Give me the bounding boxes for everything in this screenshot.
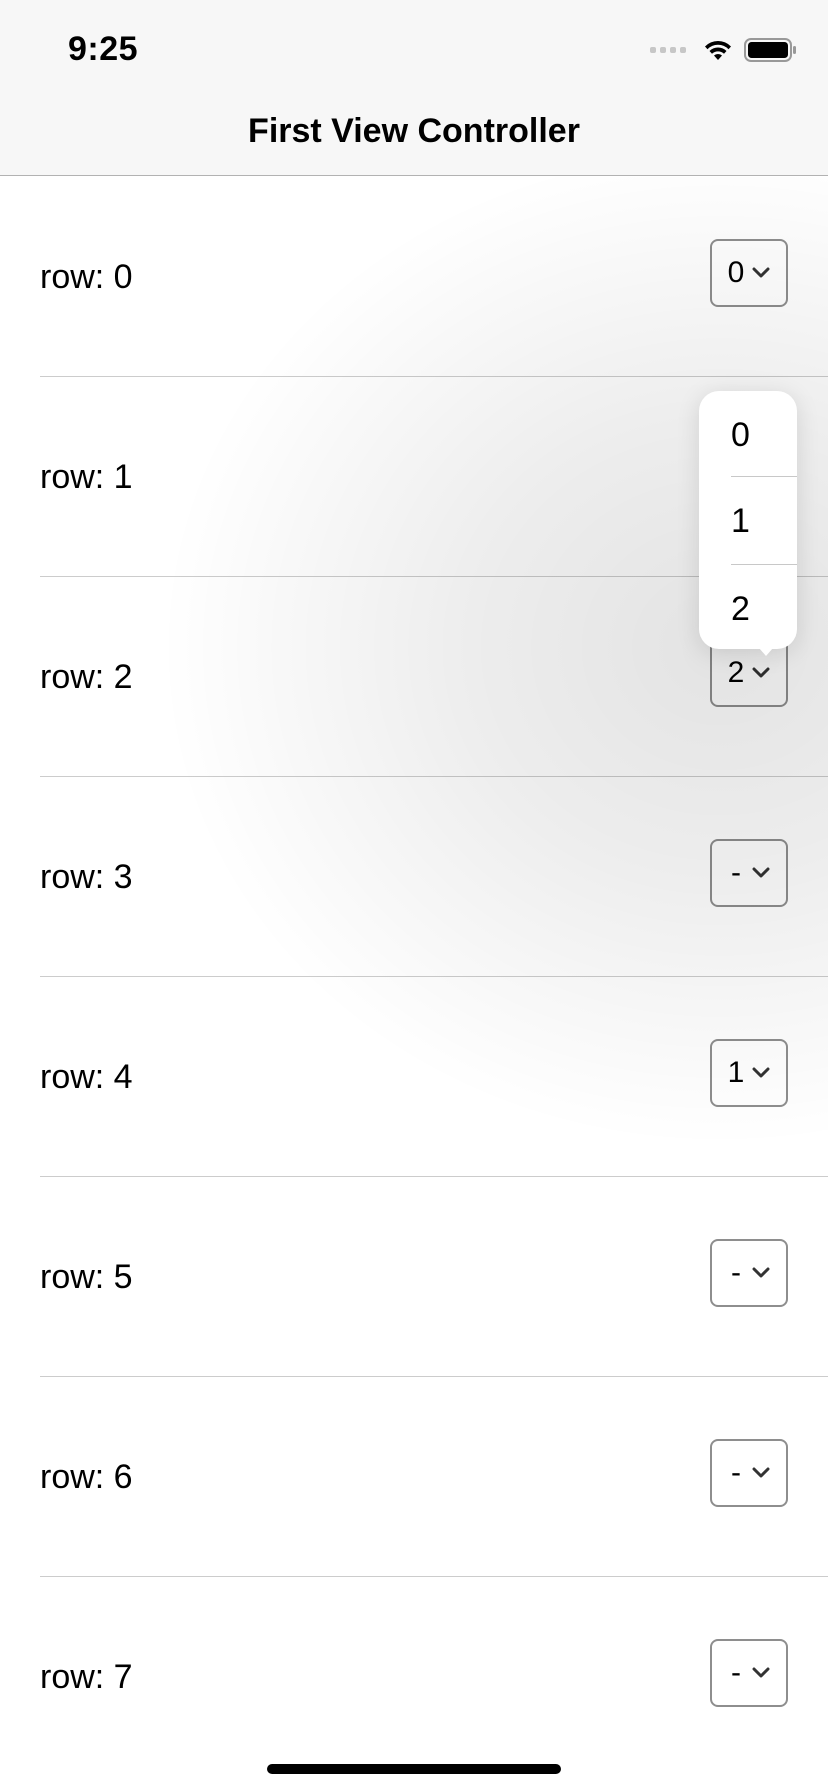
value-select[interactable]: - — [710, 1239, 788, 1307]
row-label: row: 6 — [40, 1458, 133, 1496]
select-value: - — [731, 1656, 741, 1689]
row-label: row: 0 — [40, 258, 133, 296]
table-row[interactable]: row: 6 - — [0, 1377, 828, 1577]
dropdown-option[interactable]: 2 — [699, 565, 797, 653]
select-value: - — [731, 1456, 741, 1489]
chevron-down-icon — [752, 1467, 770, 1478]
select-value: - — [731, 856, 741, 889]
value-select[interactable]: 1 — [710, 1039, 788, 1107]
wifi-icon — [705, 40, 731, 60]
status-icons — [650, 36, 798, 64]
chevron-down-icon — [752, 1067, 770, 1078]
table-row[interactable]: row: 3 - — [0, 777, 828, 977]
row-label: row: 3 — [40, 858, 133, 896]
select-value: 0 — [727, 256, 745, 289]
row-label: row: 7 — [40, 1658, 133, 1696]
battery-icon — [744, 38, 796, 62]
select-value: 2 — [727, 656, 745, 689]
page-title: First View Controller — [248, 112, 580, 150]
table-row[interactable]: row: 5 - — [0, 1177, 828, 1377]
popover-arrow — [752, 640, 780, 656]
dropdown-option[interactable]: 1 — [699, 477, 797, 565]
chevron-down-icon — [752, 1267, 770, 1278]
value-select[interactable]: - — [710, 1439, 788, 1507]
cellular-signal-icon — [650, 47, 686, 53]
row-label: row: 2 — [40, 658, 133, 696]
table-row[interactable]: row: 4 1 — [0, 977, 828, 1177]
table-row[interactable]: row: 7 - — [0, 1577, 828, 1777]
table-row[interactable]: row: 0 0 — [0, 177, 828, 377]
chevron-down-icon — [752, 867, 770, 878]
dropdown-popover: 012 — [699, 391, 797, 649]
value-select[interactable]: - — [710, 839, 788, 907]
navigation-bar: 9:25 First View Controller — [0, 0, 828, 176]
value-select[interactable]: - — [710, 1639, 788, 1707]
select-value: 1 — [727, 1056, 745, 1089]
chevron-down-icon — [752, 1667, 770, 1678]
row-label: row: 5 — [40, 1258, 133, 1296]
home-indicator[interactable] — [267, 1764, 561, 1774]
row-label: row: 1 — [40, 458, 133, 496]
row-label: row: 4 — [40, 1058, 133, 1096]
dropdown-option[interactable]: 0 — [699, 391, 797, 477]
status-time: 9:25 — [68, 30, 139, 68]
chevron-down-icon — [752, 267, 770, 278]
value-select[interactable]: 0 — [710, 239, 788, 307]
chevron-down-icon — [752, 667, 770, 678]
select-value: - — [731, 1256, 741, 1289]
